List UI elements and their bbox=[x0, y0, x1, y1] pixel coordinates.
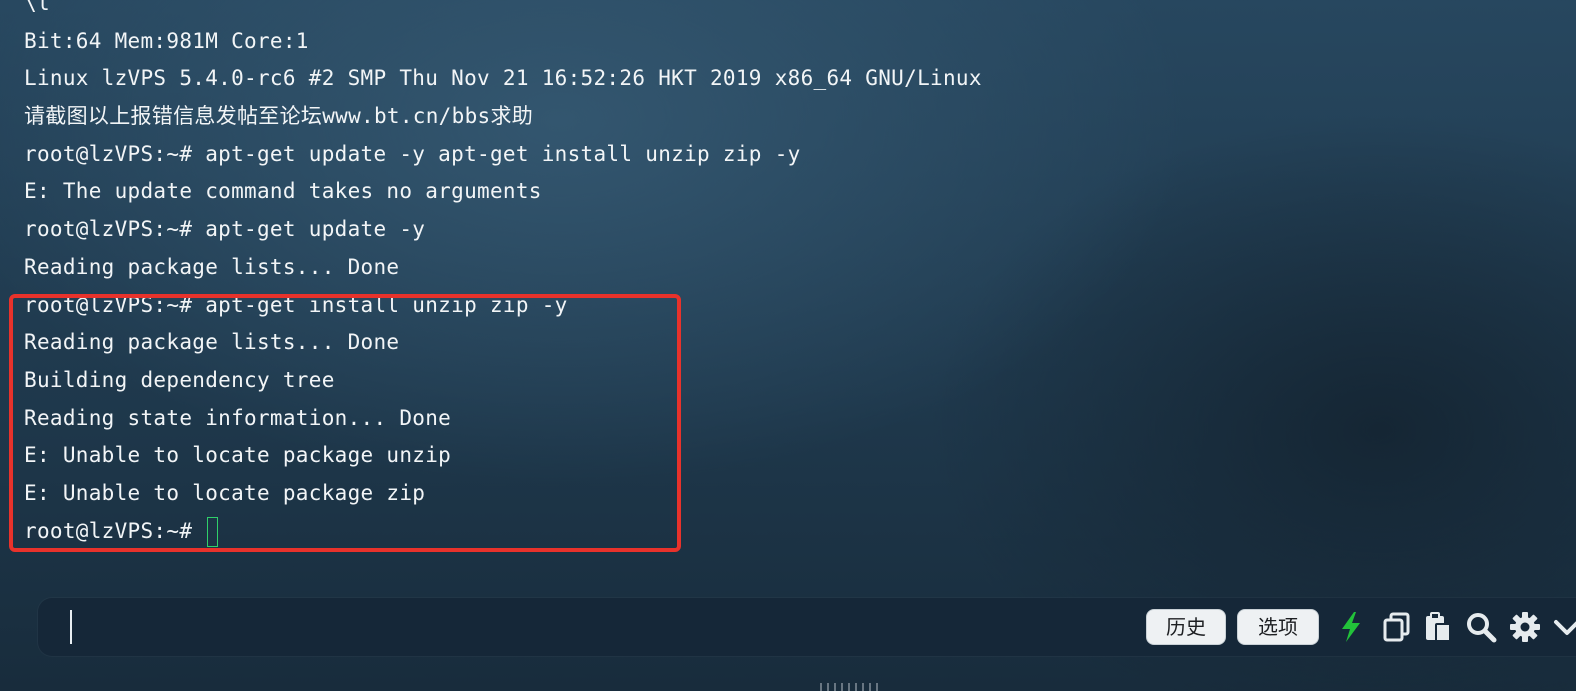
terminal-line: 请截图以上报错信息发帖至论坛www.bt.cn/bbs求助 bbox=[24, 104, 534, 129]
command-input-caret[interactable] bbox=[70, 610, 72, 644]
terminal-line: \l bbox=[24, 0, 50, 15]
copy-icon[interactable] bbox=[1380, 610, 1414, 644]
options-button[interactable]: 选项 bbox=[1237, 609, 1319, 645]
terminal-line: Bit:64 Mem:981M Core:1 bbox=[24, 28, 309, 53]
terminal-line: Reading package lists... Done bbox=[24, 254, 400, 279]
search-icon[interactable] bbox=[1464, 610, 1498, 644]
resize-handle[interactable] bbox=[820, 683, 880, 691]
paste-icon[interactable] bbox=[1421, 610, 1455, 644]
history-button[interactable]: 历史 bbox=[1146, 609, 1226, 645]
bolt-icon[interactable] bbox=[1334, 610, 1368, 644]
terminal-line: root@lzVPS:~# apt-get update -y bbox=[24, 217, 426, 242]
terminal-line: Linux lzVPS 5.4.0-rc6 #2 SMP Thu Nov 21 … bbox=[24, 66, 982, 91]
gear-icon[interactable] bbox=[1508, 610, 1542, 644]
terminal-line: E: The update command takes no arguments bbox=[24, 179, 542, 204]
red-highlight-annotation bbox=[9, 294, 681, 552]
chevron-down-icon[interactable] bbox=[1550, 610, 1576, 644]
command-input-bar[interactable]: 历史 选项 bbox=[38, 598, 1576, 656]
terminal-line: root@lzVPS:~# apt-get update -y apt-get … bbox=[24, 141, 801, 166]
